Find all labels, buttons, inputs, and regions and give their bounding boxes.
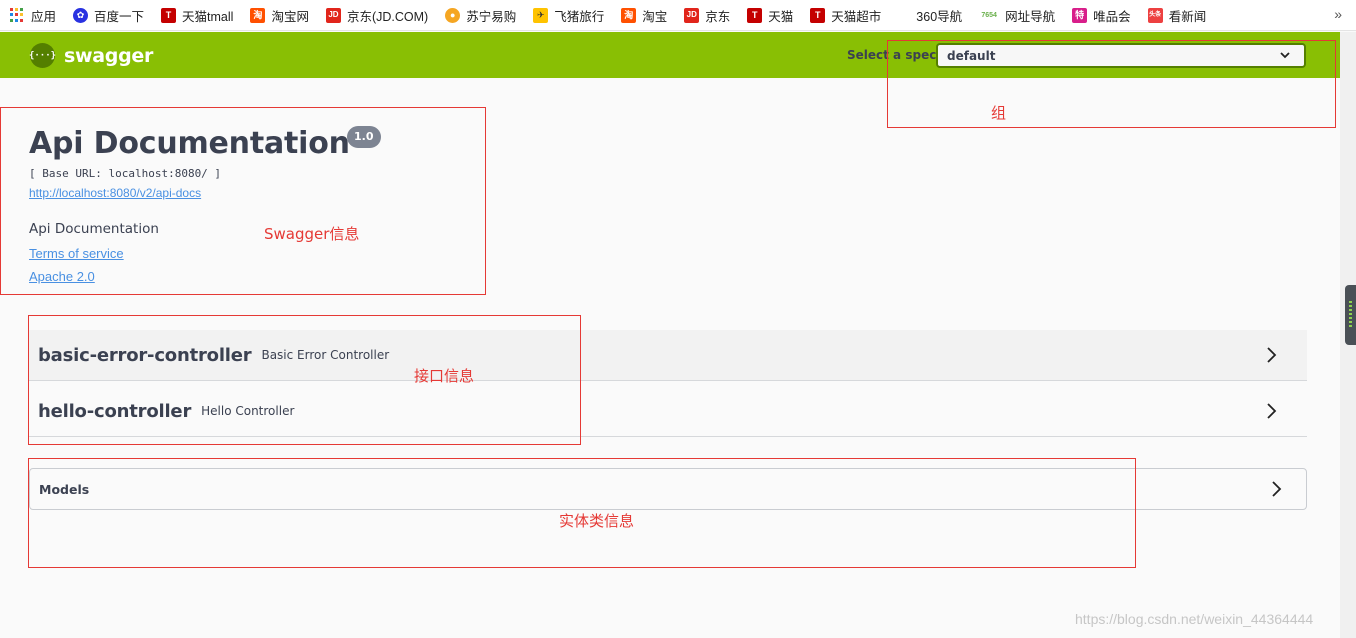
7654-icon: 7654 [981, 11, 997, 19]
csdn-watermark: https://blog.csdn.net/weixin_44364444 [1075, 611, 1314, 627]
jd-icon: JD [325, 7, 341, 23]
annotation-label-group: 组 [991, 104, 1007, 122]
bookmark-vip[interactable]: 特 唯品会 [1072, 0, 1131, 31]
bookmark-taobao-net[interactable]: 淘 淘宝网 [250, 0, 309, 31]
bookmark-fliggy[interactable]: ✈ 飞猪旅行 [533, 0, 604, 31]
bookmark-label: 苏宁易购 [466, 9, 517, 24]
bookmarks-bar: 应用 ✿ 百度一下 T 天猫tmall 淘 淘宝网 JD 京东(JD.COM) … [0, 0, 1356, 31]
annotation-box-group [887, 40, 1336, 128]
chevron-right-icon[interactable] [1266, 479, 1286, 499]
swagger-logo-icon: {···} [29, 43, 56, 68]
bookmark-label: 360导航 [916, 9, 963, 24]
taobao-icon: 淘 [621, 7, 637, 23]
bookmark-apps[interactable]: 应用 [10, 0, 56, 31]
suning-lion-icon: ● [445, 7, 461, 23]
annotation-label-api-info: 接口信息 [414, 367, 475, 385]
bookmark-label: 天猫 [768, 9, 794, 24]
bookmark-tianmao[interactable]: T 天猫 [747, 0, 793, 31]
swagger-logo[interactable]: {···} swagger [29, 43, 154, 68]
chevron-right-icon[interactable] [1261, 345, 1281, 365]
bookmark-tmall-supermarket[interactable]: T 天猫超市 [810, 0, 881, 31]
bookmark-label: 天猫超市 [831, 9, 882, 24]
tmall-icon: T [161, 7, 177, 23]
vip-icon: 特 [1072, 7, 1088, 23]
bookmark-label: 应用 [31, 9, 57, 24]
bookmark-label: 京东(JD.COM) [346, 9, 429, 24]
scrollbar-thumb[interactable] [1345, 285, 1356, 345]
bookmark-label: 百度一下 [94, 9, 145, 24]
annotation-label-swagger-info: Swagger信息 [264, 225, 360, 243]
bookmark-suning[interactable]: ● 苏宁易购 [445, 0, 516, 31]
annotation-box-api-info [28, 315, 581, 445]
annotation-box-swagger-info [0, 107, 486, 295]
tmall-icon: T [747, 7, 763, 23]
bookmark-taobao[interactable]: 淘 淘宝 [621, 0, 667, 31]
bookmark-label: 京东 [705, 9, 731, 24]
tmall-icon: T [810, 7, 826, 23]
bookmark-baidu[interactable]: ✿ 百度一下 [73, 0, 144, 31]
bookmark-label: 唯品会 [1093, 9, 1131, 24]
swagger-brand: swagger [64, 44, 154, 67]
bookmark-label: 淘宝网 [271, 9, 309, 24]
chevron-right-icon[interactable] [1261, 401, 1281, 421]
baidu-paw-icon: ✿ [73, 7, 89, 23]
taobao-icon: 淘 [250, 7, 266, 23]
bookmarks-overflow-chevron-icon[interactable]: » [1334, 0, 1342, 31]
bookmark-label: 淘宝 [642, 9, 668, 24]
bookmark-jd-com[interactable]: JD 京东(JD.COM) [325, 0, 429, 31]
annotation-label-entity-info: 实体类信息 [559, 512, 635, 530]
toutiao-icon: 头条 [1147, 7, 1163, 23]
bookmark-tmall[interactable]: T 天猫tmall [161, 0, 233, 31]
bookmark-label: 网址导航 [1005, 9, 1056, 24]
jd-icon: JD [684, 7, 700, 23]
bookmark-7654[interactable]: 7654 网址导航 [979, 0, 1055, 31]
apps-grid-icon [10, 8, 24, 22]
bookmark-jd[interactable]: JD 京东 [684, 0, 730, 31]
bookmark-toutiao[interactable]: 头条 看新闻 [1147, 0, 1207, 31]
bookmark-label: 天猫tmall [182, 9, 234, 24]
bookmark-label: 飞猪旅行 [554, 9, 605, 24]
bookmark-360[interactable]: 360导航 [916, 0, 962, 31]
fliggy-icon: ✈ [533, 7, 549, 23]
bookmark-label: 看新闻 [1168, 9, 1207, 24]
